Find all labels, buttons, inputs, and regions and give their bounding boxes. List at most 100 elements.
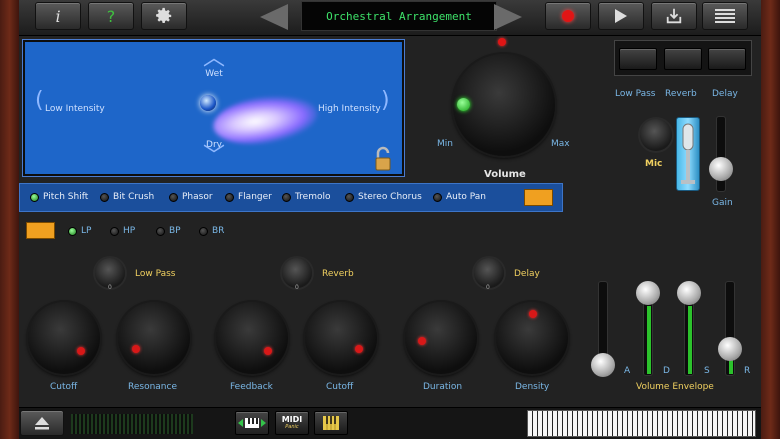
filter-bp-label: BP (169, 226, 181, 236)
lock-icon[interactable] (372, 146, 394, 172)
envelope-sustain-slider[interactable] (677, 281, 701, 376)
lowpass-value: 0 (108, 284, 112, 291)
info-button[interactable]: i (35, 2, 81, 30)
lowpass-resonance-indicator (132, 345, 140, 353)
save-button[interactable] (651, 2, 697, 30)
envelope-attack-label: A (624, 366, 631, 376)
reverb-cutoff-knob[interactable] (305, 302, 377, 374)
menu-button[interactable] (702, 2, 748, 30)
reverb-value: 0 (295, 284, 299, 291)
lowpass-resonance-knob[interactable] (118, 302, 190, 374)
lowpass-cutoff-knob[interactable] (28, 302, 100, 374)
help-button[interactable]: ? (88, 2, 134, 30)
envelope-decay-label: D (663, 366, 670, 376)
top-toolbar: i ? Orchestral Arrangement (19, 0, 761, 36)
level-meter (71, 414, 193, 434)
keyboard-arrows-icon (238, 418, 266, 428)
volume-label: Volume (484, 169, 526, 180)
record-button[interactable] (545, 2, 591, 30)
filter-toggle-button[interactable] (26, 222, 55, 239)
play-icon (615, 9, 627, 23)
piano-keyboard-overview[interactable] (527, 410, 756, 437)
mic-knob[interactable] (640, 119, 672, 151)
settings-button[interactable] (141, 2, 187, 30)
delay-density-label: Density (515, 382, 550, 392)
envelope-attack-slider[interactable] (591, 281, 615, 377)
reverb-feedback-label: Feedback (230, 382, 273, 392)
fx-pitch-shift-label: Pitch Shift (43, 192, 89, 202)
fx-auto-pan-led (433, 192, 442, 202)
next-arrow-icon[interactable] (494, 4, 522, 30)
previous-arrow-icon[interactable] (260, 4, 288, 30)
xy-effect-pad[interactable]: ︿ Wet Dry ﹀ ( Low Intensity High Intensi… (22, 39, 405, 177)
eject-button[interactable] (20, 410, 64, 436)
microphone-toggle[interactable] (676, 117, 700, 191)
mic-reverb-button[interactable] (664, 48, 702, 70)
xypad-top-label: Wet (205, 69, 223, 79)
app-window: i ? Orchestral Arrangement ︿ Wet Dry ﹀ (… (0, 0, 780, 439)
filter-lp-led (68, 226, 77, 236)
filter-br[interactable]: BR (199, 226, 224, 236)
envelope-release-slider[interactable] (718, 281, 742, 376)
fx-pitch-shift-led (30, 192, 39, 202)
fx-pitch-shift[interactable]: Pitch Shift (30, 192, 88, 202)
help-icon: ? (106, 6, 116, 26)
volume-knob[interactable] (453, 54, 555, 156)
xypad-cursor[interactable] (200, 95, 216, 111)
info-icon: i (55, 6, 61, 26)
fx-bit-crush[interactable]: Bit Crush (100, 192, 154, 202)
fx-flanger-led (225, 192, 234, 202)
filter-bp[interactable]: BP (156, 226, 181, 236)
fx-tremolo-led (282, 192, 291, 202)
envelope-decay-thumb[interactable] (636, 281, 660, 305)
effects-bar: Pitch Shift Bit Crush Phasor Flanger Tre… (19, 183, 563, 212)
fx-auto-pan[interactable]: Auto Pan (433, 192, 486, 202)
filter-hp-label: HP (123, 226, 136, 236)
delay-density-indicator (529, 310, 537, 318)
envelope-release-label: R (744, 366, 751, 376)
mic-delay-label: Delay (712, 89, 738, 99)
play-button[interactable] (598, 2, 644, 30)
fx-phasor-led (169, 192, 178, 202)
delay-duration-label: Duration (423, 382, 463, 392)
lowpass-title: Low Pass (135, 269, 176, 279)
fx-tremolo[interactable]: Tremolo (282, 192, 331, 202)
list-icon (715, 9, 735, 23)
download-icon (666, 8, 682, 24)
mic-label: Mic (645, 159, 663, 169)
fx-phasor[interactable]: Phasor (169, 192, 213, 202)
fx-stereo-chorus-led (345, 192, 354, 202)
filter-bp-led (156, 226, 165, 236)
left-wood-panel (0, 0, 19, 439)
mic-lowpass-button[interactable] (619, 48, 657, 70)
keyboard-range-button[interactable] (235, 411, 269, 435)
chevron-up-icon: ︿ (202, 46, 225, 71)
fx-toggle-button[interactable] (524, 189, 553, 206)
envelope-attack-thumb[interactable] (591, 353, 615, 377)
filter-hp[interactable]: HP (110, 226, 135, 236)
mic-delay-button[interactable] (708, 48, 746, 70)
envelope-sustain-thumb[interactable] (677, 281, 701, 305)
filter-lp[interactable]: LP (68, 226, 91, 236)
delay-density-knob[interactable] (496, 302, 568, 374)
chevron-left-icon: ( (35, 88, 44, 113)
fx-bit-crush-label: Bit Crush (113, 192, 155, 202)
envelope-decay-slider[interactable] (636, 281, 660, 376)
fx-stereo-chorus[interactable]: Stereo Chorus (345, 192, 422, 202)
delay-duration-knob[interactable] (405, 302, 477, 374)
fx-flanger[interactable]: Flanger (225, 192, 272, 202)
microphone-icon (681, 123, 695, 184)
envelope-release-thumb[interactable] (718, 337, 742, 361)
volume-indicator-led (498, 38, 506, 46)
gain-slider[interactable] (709, 116, 733, 192)
keyboard-toggle-button[interactable] (314, 411, 348, 435)
gain-label: Gain (712, 198, 733, 208)
reverb-feedback-knob[interactable] (216, 302, 288, 374)
envelope-decay-fill (647, 306, 651, 374)
mic-reverb-label: Reverb (665, 89, 697, 99)
right-wood-panel (761, 0, 780, 439)
midi-panic-button[interactable]: MIDI Panic (275, 411, 309, 435)
gain-slider-thumb[interactable] (709, 157, 733, 181)
volume-max-label: Max (551, 139, 570, 149)
mic-lowpass-label: Low Pass (615, 89, 656, 99)
